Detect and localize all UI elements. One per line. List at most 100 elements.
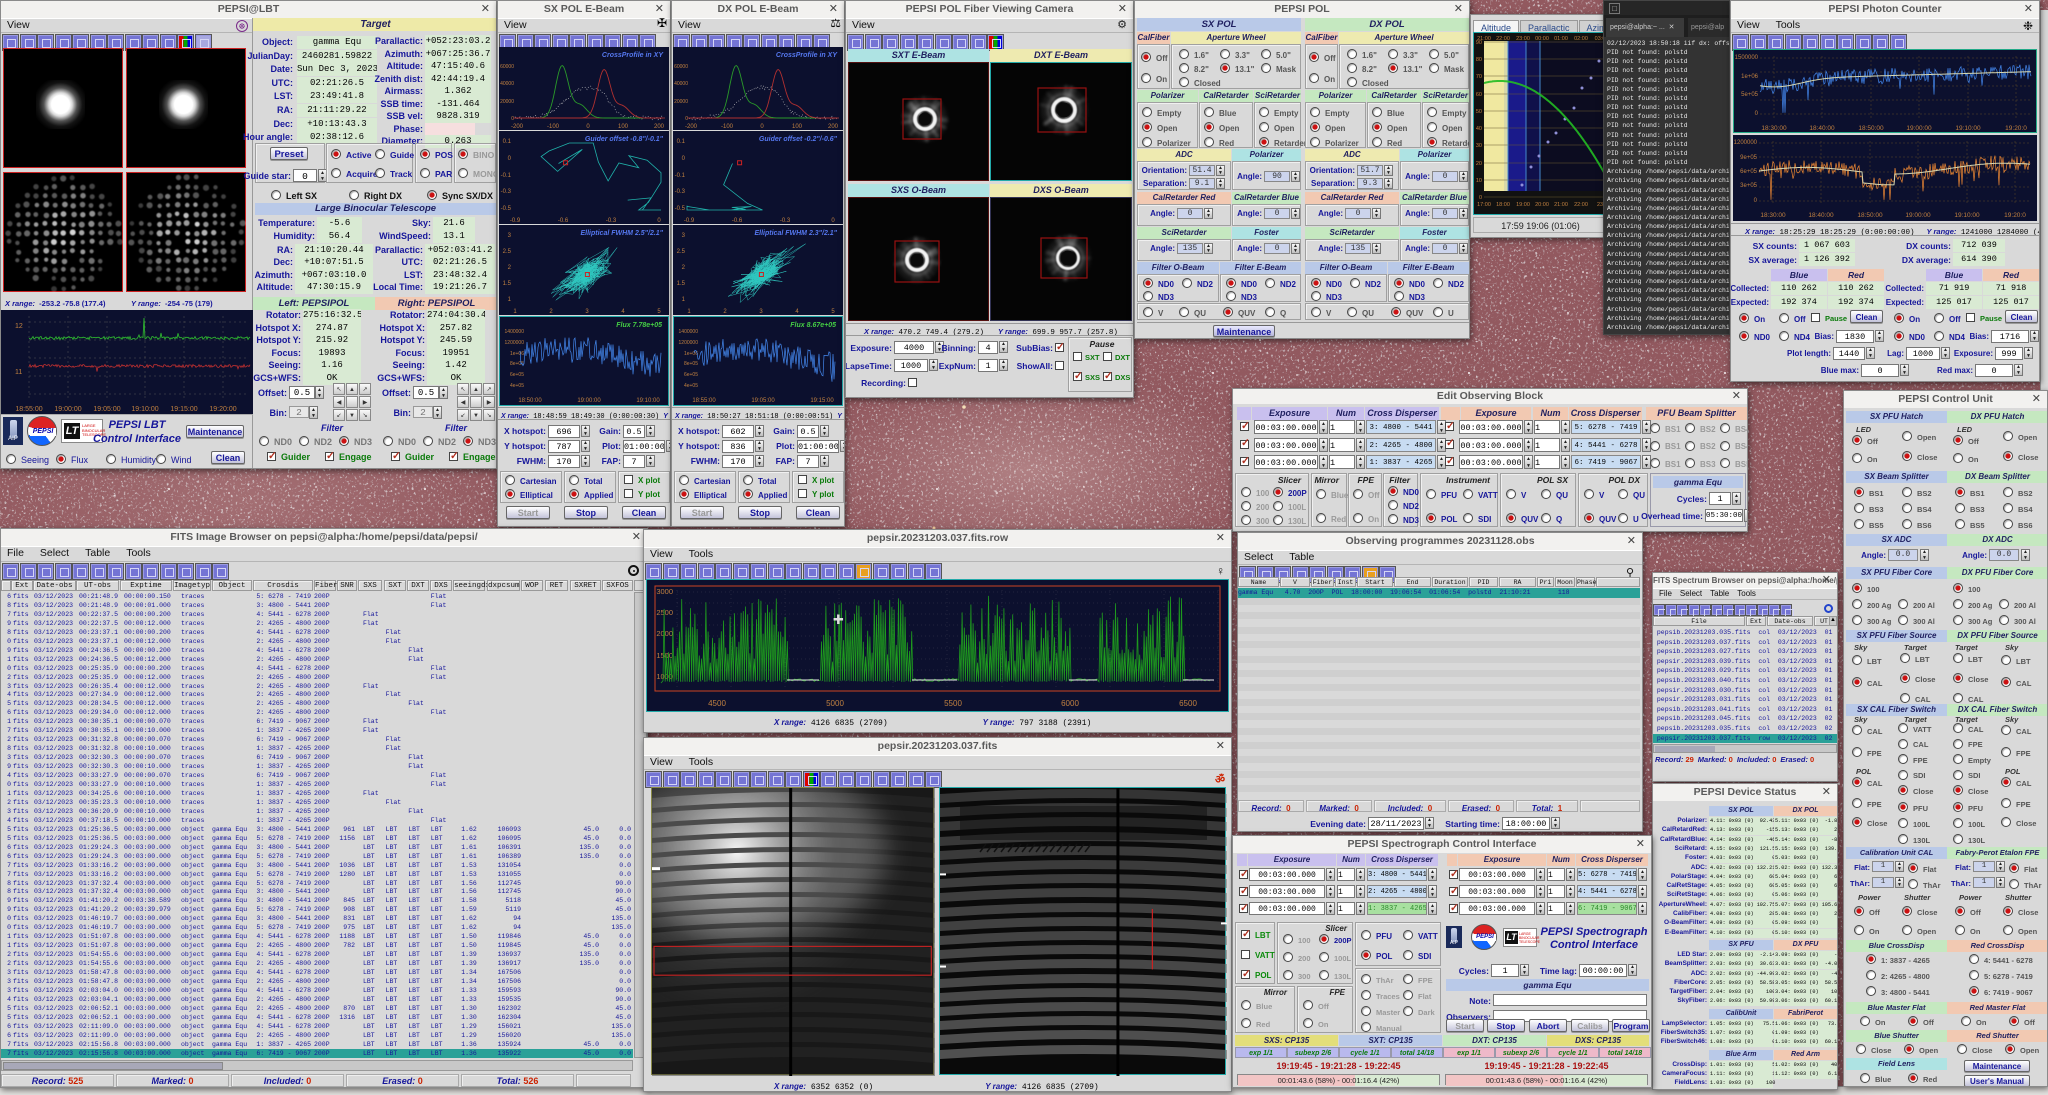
svg-text:3: 3 bbox=[585, 309, 589, 315]
svg-text:10: 10 bbox=[1476, 178, 1482, 184]
svg-text:1400000: 1400000 bbox=[679, 329, 699, 335]
svg-text:1e+06: 1e+06 bbox=[684, 351, 698, 357]
svg-text:70: 70 bbox=[1476, 74, 1482, 80]
svg-text:0: 0 bbox=[682, 156, 686, 162]
svg-text:1.5: 1.5 bbox=[677, 281, 686, 287]
svg-text:22:00: 22:00 bbox=[1496, 36, 1510, 42]
svg-text:19:00:00: 19:00:00 bbox=[577, 398, 601, 404]
svg-text:20: 20 bbox=[1476, 161, 1482, 167]
svg-text:-100: -100 bbox=[721, 124, 734, 130]
svg-text:1e+06: 1e+06 bbox=[1741, 74, 1759, 80]
svg-text:6500: 6500 bbox=[1179, 699, 1197, 708]
svg-text:0: 0 bbox=[685, 116, 688, 122]
svg-text:3000: 3000 bbox=[656, 587, 673, 596]
svg-text:60000: 60000 bbox=[500, 64, 514, 70]
svg-text:200: 200 bbox=[654, 124, 665, 130]
svg-text:Guider offset -0.8"/-0.1": Guider offset -0.8"/-0.1" bbox=[585, 136, 664, 143]
svg-text:8e+05: 8e+05 bbox=[684, 361, 698, 367]
svg-text:200: 200 bbox=[828, 124, 839, 130]
svg-text:18:50:00: 18:50:00 bbox=[518, 398, 542, 404]
svg-text:19:15:00: 19:15:00 bbox=[810, 398, 834, 404]
svg-text:3: 3 bbox=[759, 309, 763, 315]
svg-text:1.5: 1.5 bbox=[503, 281, 512, 287]
svg-text:5e+05: 5e+05 bbox=[1741, 92, 1759, 98]
svg-text:9e+05: 9e+05 bbox=[1740, 155, 1758, 161]
svg-text:-0.3: -0.3 bbox=[606, 218, 617, 224]
svg-text:18:55:00: 18:55:00 bbox=[15, 406, 42, 413]
svg-text:-100: -100 bbox=[547, 124, 560, 130]
svg-text:18:40:00: 18:40:00 bbox=[1809, 125, 1835, 132]
svg-text:20000: 20000 bbox=[674, 99, 688, 105]
svg-text:18:00: 18:00 bbox=[1496, 202, 1510, 208]
svg-text:17:00: 17:00 bbox=[1477, 202, 1491, 208]
svg-text:0: 0 bbox=[586, 124, 590, 130]
svg-text:100: 100 bbox=[618, 124, 629, 130]
svg-text:80: 80 bbox=[1476, 57, 1482, 63]
svg-text:-0.9: -0.9 bbox=[684, 218, 695, 224]
svg-text:Guider offset -0.2"/-0.6": Guider offset -0.2"/-0.6" bbox=[759, 136, 838, 143]
svg-text:1: 1 bbox=[687, 309, 691, 315]
svg-text:1: 1 bbox=[513, 309, 517, 315]
svg-text:2500: 2500 bbox=[656, 608, 673, 617]
svg-text:-200: -200 bbox=[685, 124, 698, 130]
svg-text:6e+05: 6e+05 bbox=[684, 372, 698, 378]
svg-text:-0.3: -0.3 bbox=[501, 189, 512, 195]
svg-text:19:00:00: 19:00:00 bbox=[54, 406, 81, 413]
svg-text:22:00: 22:00 bbox=[1574, 202, 1588, 208]
svg-text:02:00: 02:00 bbox=[1574, 36, 1588, 42]
svg-text:60: 60 bbox=[1476, 92, 1482, 98]
svg-text:19:10:00: 19:10:00 bbox=[1954, 212, 1980, 219]
svg-text:20000: 20000 bbox=[500, 99, 514, 105]
svg-text:0: 0 bbox=[508, 156, 512, 162]
svg-text:0: 0 bbox=[657, 218, 661, 224]
svg-text:00:00: 00:00 bbox=[1535, 36, 1549, 42]
svg-text:0: 0 bbox=[760, 124, 764, 130]
svg-text:23:00: 23:00 bbox=[1516, 36, 1530, 42]
svg-text:19:20:0: 19:20:0 bbox=[2004, 212, 2026, 219]
svg-text:1200000: 1200000 bbox=[1734, 140, 1758, 146]
svg-text:4500: 4500 bbox=[708, 699, 726, 708]
svg-text:20:00: 20:00 bbox=[1535, 202, 1549, 208]
svg-text:-0.6: -0.6 bbox=[732, 218, 743, 224]
svg-text:19:00:00: 19:00:00 bbox=[1906, 125, 1932, 132]
svg-text:CrossProfile in XY: CrossProfile in XY bbox=[602, 52, 664, 59]
svg-text:1: 1 bbox=[508, 297, 512, 303]
svg-text:40: 40 bbox=[1476, 126, 1482, 132]
svg-text:Flux 8.67e+05: Flux 8.67e+05 bbox=[790, 322, 836, 329]
svg-text:1200000: 1200000 bbox=[679, 340, 699, 346]
svg-text:Elliptical FWHM 2.3"/2.1": Elliptical FWHM 2.3"/2.1" bbox=[755, 230, 838, 237]
svg-text:01:00: 01:00 bbox=[1554, 36, 1568, 42]
svg-text:30: 30 bbox=[1476, 143, 1482, 149]
svg-text:18:50:00: 18:50:00 bbox=[1857, 212, 1883, 219]
svg-text:Elliptical FWHM 2.5"/2.1": Elliptical FWHM 2.5"/2.1" bbox=[581, 230, 664, 237]
svg-text:0.1: 0.1 bbox=[677, 139, 686, 145]
svg-text:2.5: 2.5 bbox=[677, 249, 686, 255]
svg-text:3e+05: 3e+05 bbox=[1740, 183, 1758, 189]
svg-text:2: 2 bbox=[549, 309, 553, 315]
svg-text:18:40:00: 18:40:00 bbox=[1808, 212, 1834, 219]
svg-text:18:50:00: 18:50:00 bbox=[1858, 125, 1884, 132]
svg-text:21:00: 21:00 bbox=[1554, 202, 1568, 208]
svg-text:0: 0 bbox=[1754, 198, 1758, 204]
svg-text:0: 0 bbox=[511, 116, 514, 122]
svg-text:0: 0 bbox=[1755, 111, 1759, 117]
svg-text:-0.5: -0.5 bbox=[675, 206, 686, 212]
svg-text:19:10:00: 19:10:00 bbox=[1955, 125, 1981, 132]
svg-text:0: 0 bbox=[1479, 195, 1482, 201]
svg-text:100: 100 bbox=[792, 124, 803, 130]
svg-text:1000: 1000 bbox=[656, 672, 673, 681]
svg-text:-0.3: -0.3 bbox=[675, 189, 686, 195]
svg-text:11: 11 bbox=[15, 369, 22, 376]
svg-text:-200: -200 bbox=[511, 124, 524, 130]
svg-text:6e+05: 6e+05 bbox=[1740, 169, 1758, 175]
svg-text:90: 90 bbox=[1476, 40, 1482, 46]
svg-text:1200000: 1200000 bbox=[505, 340, 525, 346]
svg-text:5: 5 bbox=[657, 309, 661, 315]
svg-text:6000: 6000 bbox=[1061, 699, 1079, 708]
svg-text:1500000: 1500000 bbox=[1735, 55, 1759, 61]
svg-text:1e+06: 1e+06 bbox=[510, 351, 524, 357]
svg-text:19:05:00: 19:05:00 bbox=[751, 398, 775, 404]
svg-text:5500: 5500 bbox=[944, 699, 962, 708]
svg-text:19:00:00: 19:00:00 bbox=[1905, 212, 1931, 219]
svg-text:-0.5: -0.5 bbox=[501, 206, 512, 212]
